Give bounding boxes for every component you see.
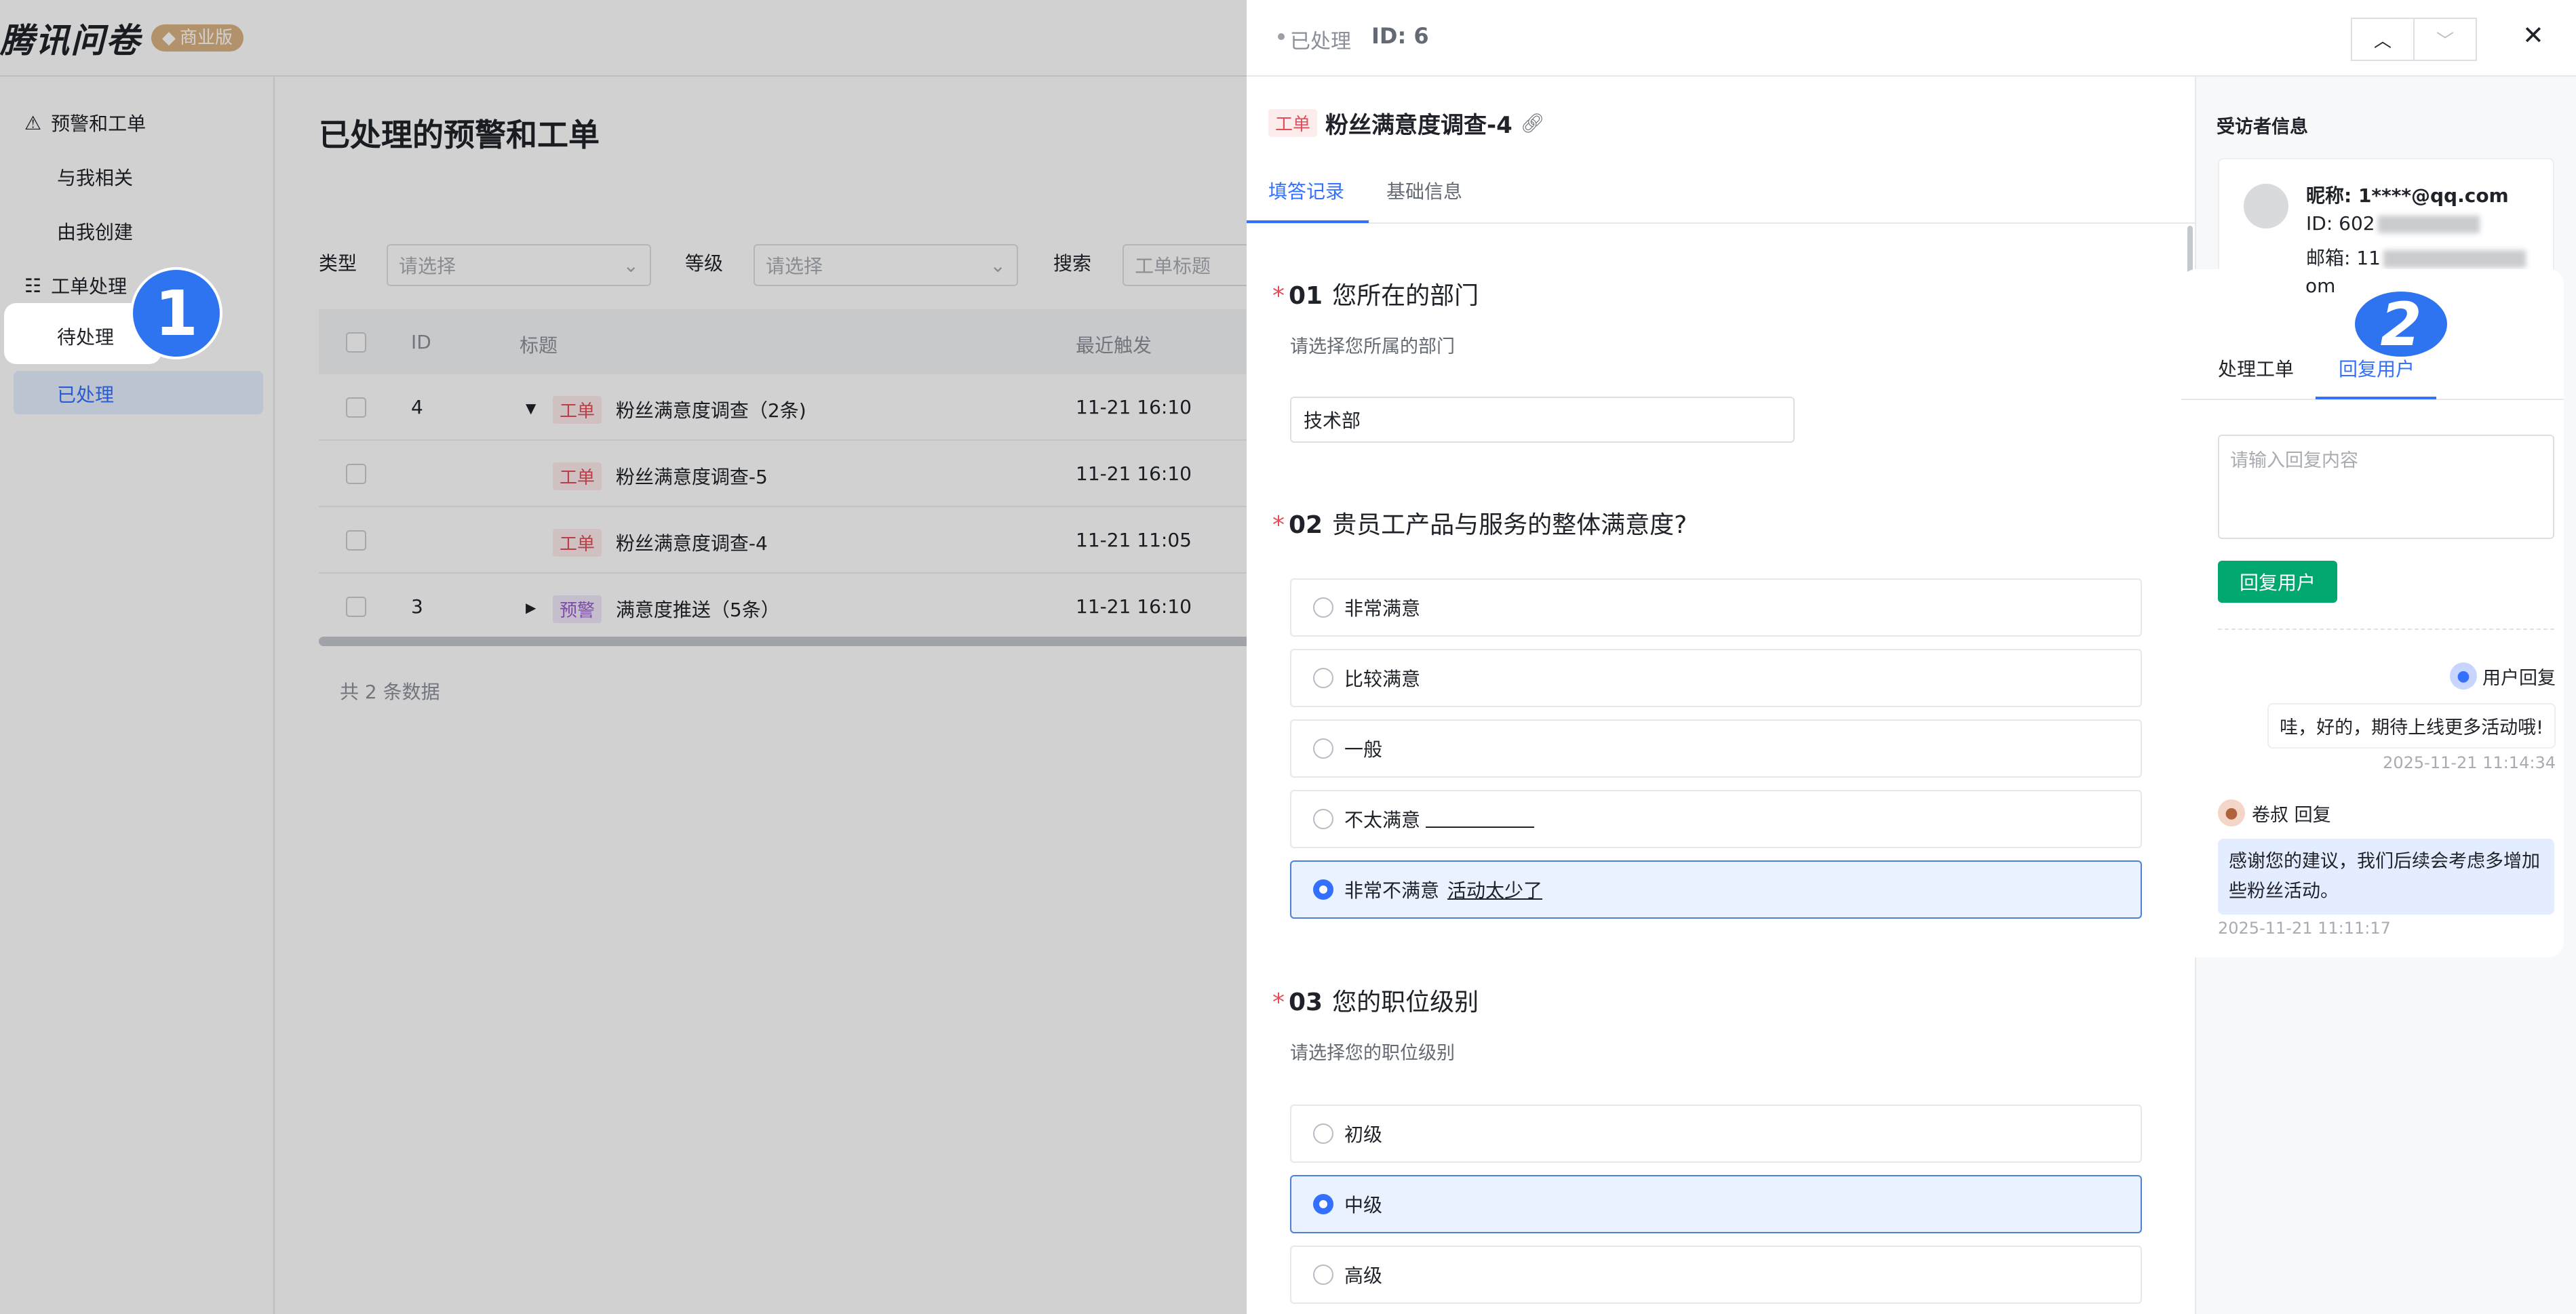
tab-divider <box>1247 222 2195 224</box>
question-2-title: * 02 贵员工产品与服务的整体满意度? <box>1272 505 1687 540</box>
link-icon[interactable]: 🔗︎ <box>1521 112 1545 134</box>
question-number: 03 <box>1289 989 1323 1016</box>
respondent-heading: 受访者信息 <box>2217 117 2308 138</box>
option-label: 非常满意 <box>1344 597 1421 620</box>
staff-reply-header: ● 卷叔 回复 <box>2218 799 2331 827</box>
radio-icon <box>1313 738 1333 759</box>
response-record-panel: 工单 粉丝满意度调查-4 🔗︎ 填答记录 基础信息 * 01 您所在的部门 请选择您… <box>1247 77 2196 1314</box>
option-middle: 中级 <box>1290 1175 2142 1233</box>
respondent-id-text: ID: 602 <box>2306 212 2375 235</box>
active-tab-indicator <box>1247 220 1369 223</box>
staff-avatar-icon: ● <box>2218 799 2245 827</box>
divider <box>2218 629 2554 630</box>
radio-icon <box>1313 809 1333 829</box>
active-tab-indicator <box>2316 397 2436 399</box>
question-1-title: * 01 您所在的部门 <box>1272 276 1479 311</box>
respondent-email-text: 邮箱: 11 <box>2306 247 2381 269</box>
question-number: 02 <box>1289 511 1323 539</box>
radio-icon <box>1313 1123 1333 1144</box>
respondent-email-suffix: om <box>2305 275 2336 297</box>
redacted-block <box>2377 216 2480 233</box>
status-label: 已处理 <box>1290 30 1351 54</box>
chevron-up-icon: ︿ <box>2373 31 2392 52</box>
option-neutral: 一般 <box>1290 719 2142 778</box>
drawer-header: 已处理 ID: 6 ︿ ﹀ ✕ <box>1247 0 2576 77</box>
required-star: * <box>1272 511 1285 539</box>
radio-icon <box>1313 1265 1333 1285</box>
question-1-hint: 请选择您所属的部门 <box>1290 336 1455 357</box>
redacted-block <box>2383 250 2526 268</box>
drawer-title-row: 工单 粉丝满意度调查-4 🔗︎ <box>1268 106 1544 140</box>
tab-response-record[interactable]: 填答记录 <box>1268 177 1344 204</box>
close-icon[interactable]: ✕ <box>2522 20 2544 50</box>
question-text: 您的职位级别 <box>1332 989 1479 1016</box>
staff-message-time: 2025-11-21 11:11:17 <box>2218 919 2391 938</box>
option-satisfied: 比较满意 <box>1290 649 2142 707</box>
option-very-dissatisfied: 非常不满意 活动太少了 <box>1290 860 2142 919</box>
option-senior: 高级 <box>1290 1246 2142 1304</box>
previous-button[interactable]: ︿ <box>2351 18 2415 61</box>
reply-textarea[interactable]: 请输入回复内容 <box>2218 435 2554 539</box>
option-label: 高级 <box>1344 1265 1383 1287</box>
question-1-answer: 技术部 <box>1290 397 1795 443</box>
required-star: * <box>1272 989 1285 1016</box>
radio-icon <box>1313 668 1333 688</box>
option-label: 比较满意 <box>1344 668 1421 690</box>
required-star: * <box>1272 282 1285 310</box>
user-reply-label: 用户回复 <box>2482 667 2556 689</box>
reply-panel: om 处理工单 回复用户 请输入回复内容 回复用户 ● 用户回复 哇，好的，期待… <box>2181 269 2564 957</box>
option-label: 初级 <box>1344 1123 1383 1146</box>
reply-user-button[interactable]: 回复用户 <box>2218 561 2337 603</box>
ticket-id: ID: 6 <box>1371 23 1429 49</box>
radio-selected-icon <box>1313 879 1333 900</box>
option-very-satisfied: 非常满意 <box>1290 578 2142 637</box>
question-text: 贵员工产品与服务的整体满意度? <box>1332 511 1687 539</box>
question-3-title: * 03 您的职位级别 <box>1272 982 1479 1018</box>
option-label: 不太满意 <box>1344 809 1421 831</box>
avatar <box>2244 184 2288 228</box>
option-extra-text: 活动太少了 <box>1447 879 1543 902</box>
radio-icon <box>1313 597 1333 618</box>
respondent-id: ID: 602 <box>2306 212 2480 235</box>
drawer-title: 粉丝满意度调查-4 <box>1325 112 1513 139</box>
user-avatar-icon: ● <box>2450 662 2477 690</box>
step-badge-1: 1 <box>130 267 222 359</box>
next-button[interactable]: ﹀ <box>2413 18 2477 61</box>
option-dissatisfied: 不太满意 <box>1290 790 2142 848</box>
question-3-hint: 请选择您的职位级别 <box>1290 1043 1455 1064</box>
staff-message-bubble: 感谢您的建议，我们后续会考虑多增加些粉丝活动。 <box>2218 839 2554 915</box>
fill-blank-line <box>1426 810 1535 828</box>
step-badge-2: 2 <box>2355 290 2447 359</box>
option-label: 中级 <box>1344 1194 1383 1216</box>
chevron-down-icon: ﹀ <box>2436 31 2454 52</box>
user-message-bubble: 哇，好的，期待上线更多活动哦! <box>2267 703 2556 749</box>
tab-handle-ticket[interactable]: 处理工单 <box>2218 355 2294 382</box>
sidebar-item-label: 待处理 <box>57 326 115 349</box>
user-reply-header: ● 用户回复 <box>2450 662 2556 690</box>
radio-selected-icon <box>1313 1194 1333 1214</box>
user-message-time: 2025-11-21 11:14:34 <box>2383 753 2556 772</box>
staff-reply-label: 卷叔 回复 <box>2252 804 2331 826</box>
option-label: 非常不满意 <box>1344 879 1440 902</box>
tab-basic-info[interactable]: 基础信息 <box>1386 177 1462 204</box>
question-text: 您所在的部门 <box>1332 282 1479 310</box>
respondent-email: 邮箱: 11 <box>2306 243 2526 271</box>
respondent-nickname: 昵称: 1****@qq.com <box>2306 184 2509 207</box>
option-label: 一般 <box>1344 738 1383 761</box>
option-junior: 初级 <box>1290 1104 2142 1163</box>
status-dot <box>1278 33 1285 40</box>
question-number: 01 <box>1289 282 1323 310</box>
ticket-tag: 工单 <box>1268 109 1318 137</box>
